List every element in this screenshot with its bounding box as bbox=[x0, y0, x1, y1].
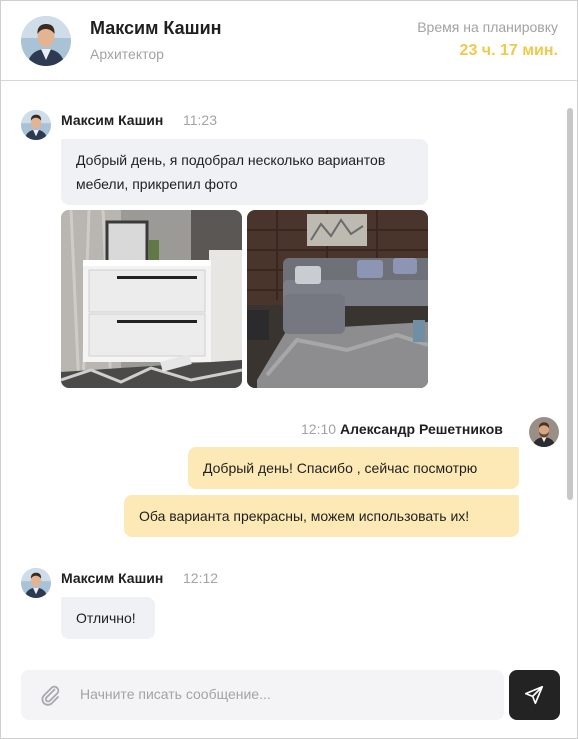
paperclip-icon[interactable] bbox=[38, 683, 62, 707]
message-bubble: Отлично! bbox=[61, 597, 155, 639]
message-bubble: Добрый день, я подобрал несколько вариан… bbox=[61, 139, 428, 205]
contact-role: Архитектор bbox=[90, 46, 164, 62]
sender-avatar[interactable] bbox=[529, 417, 559, 447]
message-sender: Александр Решетников bbox=[340, 421, 503, 437]
send-button[interactable] bbox=[509, 670, 560, 720]
message-text-line: Добрый день, я подобрал несколько вариан… bbox=[76, 152, 386, 168]
message-sender: Максим Кашин bbox=[61, 570, 164, 586]
message-bubble: Добрый день! Спасибо , сейчас посмотрю bbox=[188, 447, 519, 489]
chat-scrollbar[interactable] bbox=[567, 108, 573, 500]
message-input-placeholder: Начните писать сообщение... bbox=[80, 686, 271, 702]
send-icon bbox=[524, 685, 544, 705]
message-time: 11:23 bbox=[183, 112, 217, 128]
message-sender: Максим Кашин bbox=[61, 112, 164, 128]
message-time: 12:10 bbox=[301, 421, 337, 437]
sofa-photo[interactable] bbox=[247, 210, 428, 388]
contact-avatar[interactable] bbox=[21, 16, 71, 66]
sender-avatar[interactable] bbox=[21, 568, 51, 598]
planning-time-value: 23 ч. 17 мин. bbox=[459, 42, 558, 59]
message-bubble: Оба варианта прекрасны, можем использова… bbox=[124, 495, 519, 537]
message-time: 12:12 bbox=[183, 570, 219, 586]
message-text-line: мебели, прикрепил фото bbox=[76, 176, 238, 192]
nightstand-photo[interactable] bbox=[61, 210, 242, 388]
message-text: Отлично! bbox=[76, 610, 136, 626]
chat-header: Максим Кашин Архитектор Время на планиро… bbox=[1, 1, 577, 81]
chat-window: Максим Кашин Архитектор Время на планиро… bbox=[0, 0, 578, 739]
planning-time-label: Время на планировку bbox=[417, 19, 558, 35]
message-text: Добрый день! Спасибо , сейчас посмотрю bbox=[203, 460, 478, 476]
sender-avatar[interactable] bbox=[21, 110, 51, 140]
message-text: Оба варианта прекрасны, можем использова… bbox=[139, 508, 470, 524]
contact-name: Максим Кашин bbox=[90, 18, 222, 38]
